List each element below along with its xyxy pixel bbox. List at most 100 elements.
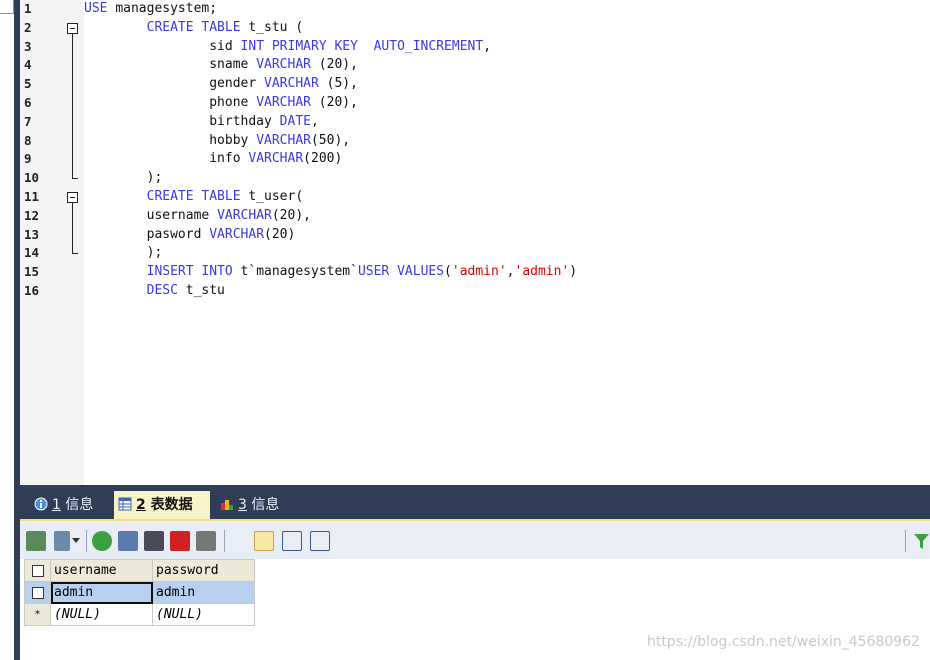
grid-cell[interactable]: admin <box>152 581 255 604</box>
code-line[interactable]: phone VARCHAR (20), <box>84 94 358 113</box>
copy-row-icon[interactable] <box>118 531 138 551</box>
export-icon[interactable] <box>26 531 46 551</box>
sql-text: t_stu <box>185 283 225 298</box>
sql-keyword: CREATE TABLE <box>84 19 249 35</box>
grid-cell[interactable]: (NULL) <box>152 603 255 626</box>
code-line[interactable]: ); <box>84 169 163 188</box>
sql-text: ) <box>569 264 578 280</box>
line-number: 15 <box>24 264 40 280</box>
table-icon <box>118 497 132 511</box>
sql-text: (200) <box>303 151 343 167</box>
sql-text: birthday <box>84 113 280 129</box>
delete-icon[interactable] <box>170 531 190 551</box>
sql-keyword: VARCHAR <box>256 132 311 148</box>
code-line[interactable]: hobby VARCHAR(50), <box>84 132 350 151</box>
line-number: 7 <box>24 113 32 129</box>
code-line[interactable]: birthday DATE, <box>84 113 319 132</box>
tab-table-data-2[interactable]: 2 表数据 <box>114 491 210 519</box>
fold-guide-end <box>72 178 78 180</box>
sql-text: ); <box>84 170 163 186</box>
code-line[interactable]: CREATE TABLE t_stu ( <box>84 19 304 38</box>
table-row[interactable]: admin admin <box>24 581 255 604</box>
code-line[interactable]: INSERT INTO t`managesystem`USER VALUES('… <box>84 263 578 282</box>
sql-editor[interactable]: 1 2 3 4 5 6 7 8 9 10 11 12 13 14 15 16 USE managesystem… <box>20 0 930 485</box>
tab-number: 1 <box>52 497 61 513</box>
sql-text: managesystem; <box>115 1 218 16</box>
result-grid: username password admin admin * (NULL) (… <box>24 559 255 626</box>
column-header-username[interactable]: username <box>50 559 153 582</box>
sql-keyword: USE <box>84 1 116 16</box>
form-view-icon[interactable] <box>282 531 302 551</box>
grid-cell[interactable]: admin <box>50 581 153 604</box>
fold-guide-end <box>72 253 78 255</box>
sql-keyword: VARCHAR <box>209 226 265 242</box>
sql-text: sid <box>84 38 241 54</box>
column-header-password[interactable]: password <box>152 559 255 582</box>
text-view-icon[interactable] <box>310 531 330 551</box>
grid-view-icon[interactable] <box>254 531 274 551</box>
new-row-marker: * <box>24 603 51 626</box>
line-number: 3 <box>24 38 32 54</box>
sql-text: ); <box>84 245 163 261</box>
sql-text: (20) <box>264 226 296 242</box>
code-line[interactable]: pasword VARCHAR(20) <box>84 226 296 245</box>
add-row-icon[interactable] <box>92 531 112 551</box>
code-line[interactable]: gender VARCHAR (5), <box>84 75 358 94</box>
result-tabs: 1 信息 2 表数据 3 信息 <box>20 485 930 519</box>
chevron-down-icon[interactable] <box>72 538 80 543</box>
line-number: 16 <box>24 283 40 298</box>
tab-number: 3 <box>238 497 247 513</box>
sql-text: username <box>84 207 218 223</box>
fold-guide <box>72 33 73 179</box>
sql-keyword: VARCHAR <box>264 76 319 92</box>
select-all-cell[interactable] <box>24 559 51 582</box>
code-line[interactable]: ); <box>84 244 163 263</box>
row-select-cell[interactable] <box>24 581 51 604</box>
line-number: 14 <box>24 245 40 261</box>
grid-cell[interactable]: (NULL) <box>50 603 153 626</box>
save-icon[interactable] <box>144 531 164 551</box>
code-line[interactable]: DESC t_stu <box>84 282 225 301</box>
watermark: https://blog.csdn.net/weixin_45680962 <box>646 634 920 650</box>
sql-text: (20), <box>271 207 311 223</box>
sql-text: t`managesystem` <box>240 264 358 280</box>
checkbox-icon[interactable] <box>31 586 44 599</box>
result-grid-area: username password admin admin * (NULL) (… <box>20 559 930 660</box>
fold-toggle-icon[interactable] <box>67 192 78 203</box>
filter-icon[interactable] <box>913 533 930 550</box>
line-number: 11 <box>24 189 40 204</box>
code-line[interactable]: sid INT PRIMARY KEY AUTO_INCREMENT, <box>84 38 491 57</box>
sql-text: sname <box>84 57 257 73</box>
tab-label: 信息 <box>246 497 280 513</box>
sql-string: 'admin' <box>514 264 570 280</box>
import-icon[interactable] <box>54 531 70 551</box>
line-number: 8 <box>24 132 32 148</box>
line-number: 10 <box>24 170 40 186</box>
line-number: 9 <box>24 151 32 167</box>
code-line[interactable]: info VARCHAR(200) <box>84 150 342 169</box>
info-icon <box>34 497 48 511</box>
fold-toggle-icon[interactable] <box>67 22 78 34</box>
sql-text: , <box>506 264 515 280</box>
sql-keyword: VARCHAR <box>217 207 272 223</box>
toolbar-separator <box>905 530 906 552</box>
cancel-changes-icon[interactable] <box>196 531 216 551</box>
tab-info-3[interactable]: 3 信息 <box>216 491 296 519</box>
table-row[interactable]: * (NULL) (NULL) <box>24 603 255 626</box>
result-toolbar <box>20 519 930 559</box>
chart-icon <box>221 500 233 510</box>
code-line[interactable]: sname VARCHAR (20), <box>84 56 358 75</box>
toolbar-separator <box>224 530 225 552</box>
sql-text: t_user( <box>248 189 304 204</box>
tab-label: 信息 <box>60 497 94 513</box>
sql-text: ( <box>444 264 452 280</box>
checkbox-icon[interactable] <box>31 564 44 577</box>
sql-keyword: VARCHAR <box>256 57 311 73</box>
code-line[interactable]: USE managesystem; <box>84 0 217 19</box>
code-line[interactable]: username VARCHAR(20), <box>84 207 311 226</box>
fold-guide <box>72 203 73 254</box>
code-line[interactable]: CREATE TABLE t_user( <box>84 188 304 207</box>
sql-text: info <box>84 151 249 167</box>
tab-info-1[interactable]: 1 信息 <box>30 491 110 519</box>
sql-text: pasword <box>84 226 210 242</box>
